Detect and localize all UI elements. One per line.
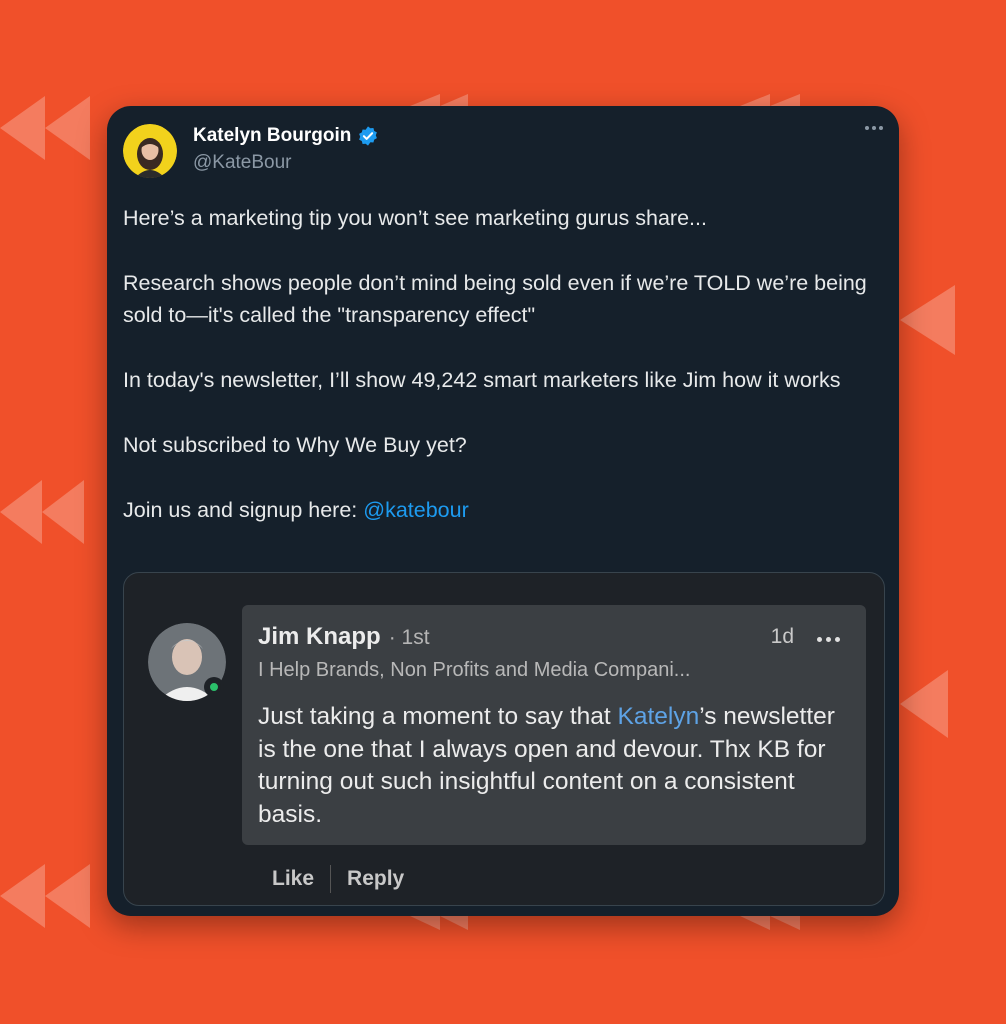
tweet-card: Katelyn Bourgoin @KateBour Here’s a mark… [107, 106, 899, 916]
quoted-linkedin-comment[interactable]: Jim Knapp · 1st 1d I Help Brands, Non Pr… [123, 572, 885, 906]
comment-text: Just taking a moment to say that Katelyn… [258, 701, 858, 831]
tweet-text: Here’s a marketing tip you won’t see mar… [123, 202, 883, 559]
comment-bubble: Jim Knapp · 1st 1d I Help Brands, Non Pr… [242, 605, 866, 845]
comment-text-start: Just taking a moment to say that [258, 703, 618, 730]
verified-badge-icon [359, 126, 378, 146]
rewind-icon [0, 480, 84, 544]
rewind-icon [410, 916, 468, 930]
rewind-icon [410, 94, 468, 106]
mention-link[interactable]: @katebour [363, 498, 469, 522]
commenter-headline: I Help Brands, Non Profits and Media Com… [258, 659, 691, 681]
author-name-text: Katelyn Bourgoin [193, 125, 352, 146]
more-options-icon[interactable] [865, 126, 883, 130]
connection-degree: · 1st [388, 626, 430, 649]
reply-button[interactable]: Reply [347, 867, 404, 891]
author-avatar[interactable] [123, 124, 177, 178]
divider [330, 865, 332, 893]
tweet-paragraph: Research shows people don’t mind being s… [123, 271, 867, 327]
tweet-paragraph: Not subscribed to Why We Buy yet? [123, 433, 467, 457]
tweet-cta: Join us and signup here: @katebour [123, 494, 883, 526]
katelyn-link[interactable]: Katelyn [618, 703, 700, 730]
rewind-icon [900, 670, 948, 738]
rewind-icon [0, 864, 90, 928]
rewind-icon [0, 96, 90, 160]
author-handle[interactable]: @KateBour [193, 152, 292, 174]
comment-time: 1d [770, 625, 794, 648]
tweet-paragraph: Here’s a marketing tip you won’t see mar… [123, 206, 707, 230]
like-button[interactable]: Like [272, 867, 314, 891]
author-name[interactable]: Katelyn Bourgoin [193, 125, 379, 147]
comment-more-icon[interactable] [817, 637, 840, 642]
tweet-paragraph: In today's newsletter, I’ll show 49,242 … [123, 368, 841, 392]
online-status-icon [204, 677, 224, 697]
commenter-avatar[interactable] [148, 623, 228, 703]
commenter-name[interactable]: Jim Knapp [258, 623, 381, 651]
commenter-name-row: Jim Knapp · 1st [258, 623, 430, 651]
rewind-icon [740, 94, 800, 106]
rewind-icon [740, 916, 800, 930]
cta-text: Join us and signup here: [123, 498, 364, 522]
comment-actions: Like Reply [272, 865, 404, 893]
rewind-icon [900, 285, 955, 355]
